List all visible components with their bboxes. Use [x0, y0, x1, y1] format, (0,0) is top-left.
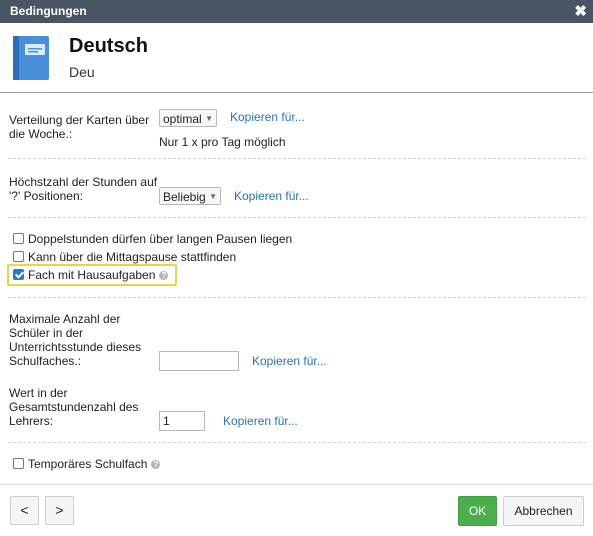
distribution-copy-link[interactable]: Kopieren für...	[230, 110, 305, 124]
weight-label-line: Gesamtstundenzahl des	[9, 400, 139, 414]
max-students-label: Maximale Anzahl der Schüler in der Unter…	[9, 312, 141, 368]
divider	[8, 158, 586, 159]
max-hours-copy-link[interactable]: Kopieren für...	[234, 189, 309, 203]
max-hours-select-value: Beliebig	[163, 190, 206, 204]
checkbox-homework-text: Fach mit Hausaufgaben	[28, 268, 156, 282]
close-icon[interactable]: ✖	[574, 2, 587, 20]
checkbox-homework[interactable]	[13, 269, 24, 280]
subject-name: Deutsch	[69, 35, 148, 57]
max-students-label-line: Unterrichtsstunde dieses	[9, 340, 142, 354]
next-button[interactable]: >	[45, 496, 74, 525]
checkbox-temporary[interactable]	[13, 458, 24, 469]
divider	[8, 217, 586, 218]
max-hours-label-line: Höchstzahl der Stunden auf	[9, 175, 158, 189]
subject-header: Deutsch Deu	[0, 23, 593, 92]
weight-copy-link[interactable]: Kopieren für...	[223, 414, 298, 428]
checkbox-temporary-label: Temporäres Schulfach?	[28, 457, 161, 471]
max-students-input[interactable]	[159, 351, 239, 371]
max-hours-label-line: '?' Positionen:	[9, 189, 83, 203]
chevron-down-icon: ▼	[209, 192, 217, 201]
weight-label-line: Wert in der	[9, 386, 68, 400]
distribution-select[interactable]: optimal ▼	[159, 109, 217, 127]
ok-button[interactable]: OK	[458, 496, 497, 526]
distribution-label-line: die Woche.:	[9, 127, 73, 141]
max-students-label-line: Schüler in der	[9, 326, 84, 340]
checkbox-double-lessons-label: Doppelstunden dürfen über langen Pausen …	[28, 232, 293, 246]
book-icon	[11, 35, 51, 84]
distribution-select-value: optimal	[163, 112, 202, 126]
header-divider	[0, 92, 593, 93]
divider	[8, 297, 586, 298]
max-hours-label: Höchstzahl der Stunden auf '?' Positione…	[9, 175, 157, 203]
chevron-down-icon: ▼	[205, 114, 213, 123]
footer-divider	[0, 484, 593, 485]
distribution-label: Verteilung der Karten über die Woche.:	[9, 113, 149, 141]
dialog-titlebar: Bedingungen ✖	[0, 0, 593, 23]
distribution-label-line: Verteilung der Karten über	[9, 113, 150, 127]
max-students-copy-link[interactable]: Kopieren für...	[252, 354, 327, 368]
divider	[8, 442, 586, 443]
help-icon[interactable]: ?	[151, 460, 161, 469]
subject-short-name: Deu	[69, 64, 95, 80]
checkbox-lunch-break[interactable]	[13, 251, 24, 262]
prev-button[interactable]: <	[10, 496, 39, 525]
checkbox-temporary-text: Temporäres Schulfach	[28, 457, 148, 471]
weight-label-line: Lehrers:	[9, 414, 54, 428]
max-hours-select[interactable]: Beliebig ▼	[159, 187, 221, 205]
weight-input[interactable]	[159, 411, 205, 431]
weight-label: Wert in der Gesamtstundenzahl des Lehrer…	[9, 386, 138, 428]
checkbox-lunch-break-label: Kann über die Mittagspause stattfinden	[28, 250, 237, 264]
checkbox-homework-label: Fach mit Hausaufgaben?	[28, 268, 169, 282]
max-students-label-line: Schulfaches.:	[9, 354, 82, 368]
help-icon[interactable]: ?	[159, 271, 169, 280]
checkbox-double-lessons[interactable]	[13, 233, 24, 244]
max-students-label-line: Maximale Anzahl der	[9, 312, 121, 326]
cancel-button[interactable]: Abbrechen	[503, 496, 584, 526]
distribution-note: Nur 1 x pro Tag möglich	[159, 135, 286, 149]
dialog-title: Bedingungen	[10, 4, 87, 18]
